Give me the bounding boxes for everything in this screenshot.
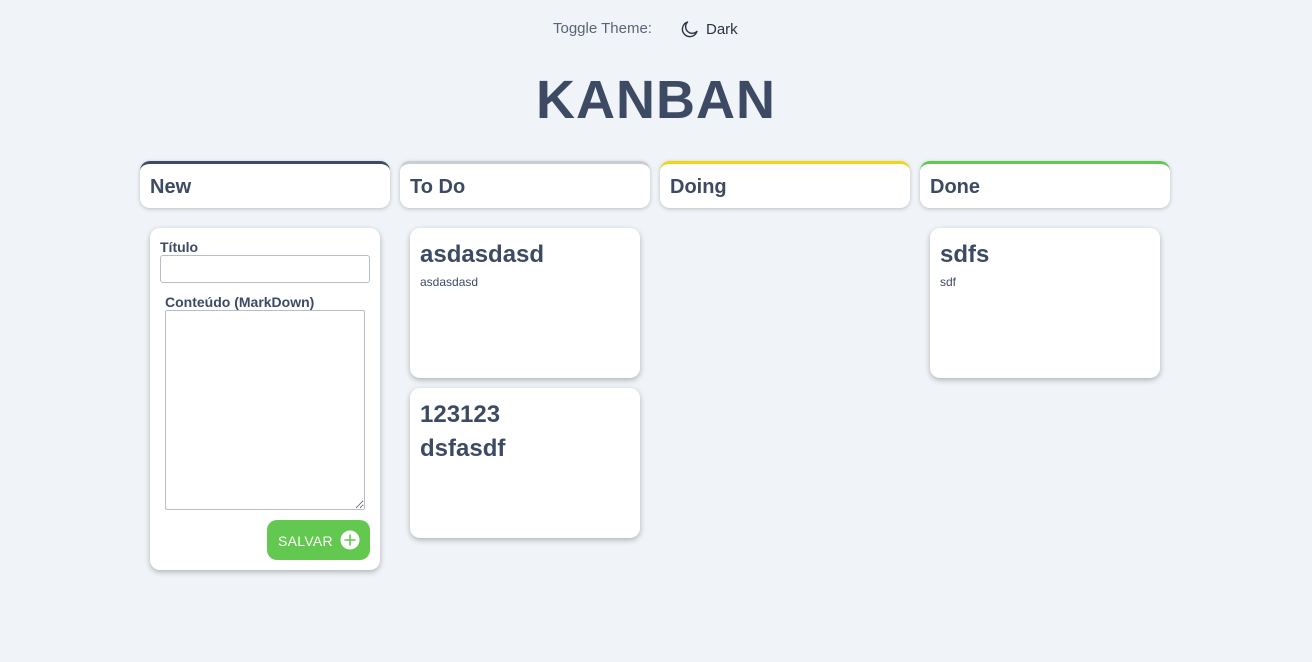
card-content: sdf — [940, 275, 957, 289]
card-content: dsfasdf — [420, 435, 506, 462]
plus-circle-icon — [340, 530, 360, 550]
task-card[interactable]: sdfs sdf — [930, 228, 1160, 378]
card-title: sdfs — [940, 241, 990, 268]
title-label: Título — [160, 239, 199, 255]
column-header-new: New — [140, 161, 390, 208]
column-header-doing: Doing — [660, 161, 910, 208]
card-content: asdasdasd — [420, 275, 479, 289]
card-title: 123123 — [420, 401, 501, 428]
save-button-label: SALVAR — [278, 533, 333, 549]
column-title: New — [150, 176, 192, 198]
save-button[interactable]: SALVAR — [267, 520, 370, 560]
column-title: Done — [930, 176, 980, 198]
title-input[interactable] — [160, 255, 370, 283]
column-header-todo: To Do — [400, 161, 650, 208]
theme-toggle-label: Dark — [706, 20, 738, 38]
column-title: To Do — [410, 176, 466, 198]
task-card[interactable]: 123123 dsfasdf — [410, 388, 640, 538]
new-card-form: Título Conteúdo (MarkDown) SALVAR — [150, 228, 380, 570]
column-header-done: Done — [920, 161, 1170, 208]
task-card[interactable]: asdasdasd asdasdasd — [410, 228, 640, 378]
theme-toggle-button[interactable]: Dark — [679, 18, 738, 40]
page-title: KANBAN — [536, 70, 776, 130]
content-label: Conteúdo (MarkDown) — [165, 294, 315, 310]
theme-label: Toggle Theme: — [553, 20, 652, 37]
theme-bar: Toggle Theme: Dark — [0, 18, 1312, 40]
card-title: asdasdasd — [420, 241, 545, 268]
column-title: Doing — [670, 176, 727, 198]
content-textarea[interactable] — [165, 310, 365, 510]
moon-icon — [679, 19, 700, 40]
